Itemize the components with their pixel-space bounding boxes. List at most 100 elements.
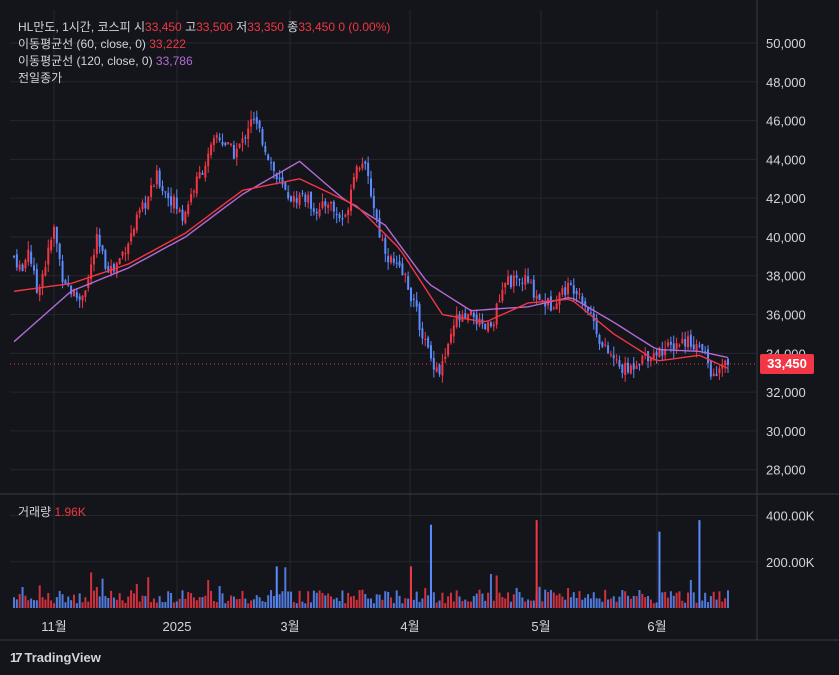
candle [527,268,530,285]
volume-bar [215,602,218,608]
volume-bar [492,600,495,608]
candle-body [95,234,98,255]
volume-bar [689,579,692,608]
volume-bar [712,591,715,608]
candle-body [24,260,27,269]
candle [578,287,581,300]
y-tick-label: 32,000 [766,385,806,400]
candle-body [150,185,153,197]
volume-bar [581,599,584,608]
candle [13,254,15,259]
candle-body [561,288,564,295]
candle [121,250,124,260]
ma120-legend[interactable]: 이동평균선 (120, close, 0) 33,786 [18,54,193,69]
candle [252,111,255,124]
candle-body [727,358,729,365]
volume-bar [632,595,635,608]
candle-body [624,362,627,375]
candle [635,360,638,370]
prev-close-legend[interactable]: 전일종가 [18,71,62,86]
ohlc-legend: HL만도, 1시간, 코스피 시33,450 고33,500 저33,350 종… [18,20,390,35]
volume-bar [695,602,698,608]
candle [487,321,490,334]
candle [58,242,61,266]
candle-body [255,117,258,124]
volume-bar [475,593,478,608]
volume-bar [509,601,512,608]
candle-body [475,314,478,324]
volume-bar [264,601,267,608]
candle [392,251,395,266]
volume-bars [13,520,729,608]
volume-legend[interactable]: 거래량 1.96K [18,505,86,520]
volume-bar [549,589,552,608]
candle-body [121,251,124,256]
volume-bar [72,594,75,608]
y-tick-label: 40,000 [766,230,806,245]
candle-body [98,234,101,247]
candle [130,224,133,245]
volume-bar [552,592,555,608]
candle-body [364,161,367,164]
candle [521,277,524,292]
volume-bar [338,600,341,608]
volume-spike [429,524,432,608]
ma60-legend[interactable]: 이동평균선 (60, close, 0) 33,222 [18,37,186,52]
volume-bar [441,592,444,608]
volume-bar [104,596,107,608]
candle [267,153,270,161]
candle [184,210,187,225]
candle [224,141,227,147]
volume-bar [161,602,164,608]
candle-body [484,323,487,330]
candle [232,140,235,160]
candle [127,241,130,261]
volume-bar [478,589,481,608]
candle-body [324,201,327,207]
candle-body [258,120,261,129]
volume-bar [692,592,695,608]
candle [695,339,698,358]
candle [532,275,535,301]
ma60-value: 33,222 [149,37,186,51]
candle-body [532,279,535,298]
candle [449,328,452,345]
candle [438,363,441,377]
volume-bar [561,596,564,608]
price-chart[interactable]: 28,00030,00032,00034,00036,00038,00040,0… [0,0,839,675]
candle-body [244,137,247,139]
volume-bar [458,596,461,608]
volume-bar [292,602,295,608]
volume-bar [567,588,570,608]
candle-body [330,202,333,204]
candle-body [449,333,452,343]
candle-body [347,209,350,216]
volume-bar [15,599,18,608]
volume-bar [467,601,470,608]
volume-bar [504,598,507,608]
candle-body [141,202,144,210]
volume-bar [415,591,418,608]
candle-body [338,214,341,218]
candle [350,184,353,216]
candle [212,134,215,152]
candle-body [27,249,30,262]
candle [201,170,204,175]
candle-body [572,285,575,294]
volume-bar [304,603,307,608]
tradingview-logo[interactable]: 17 TradingView [10,650,101,665]
candle [629,364,632,375]
candle [150,177,153,201]
candle [218,132,221,143]
volume-bar [124,602,127,608]
volume-bar [144,596,147,608]
candle-body [370,178,372,197]
high-value: 33,500 [196,20,233,34]
candle [338,212,341,222]
candle [164,191,167,198]
volume-bar [569,597,572,608]
volume-bar [232,596,235,608]
volume-bar [247,603,250,608]
candle-body [310,191,313,209]
candle-body [435,367,438,372]
